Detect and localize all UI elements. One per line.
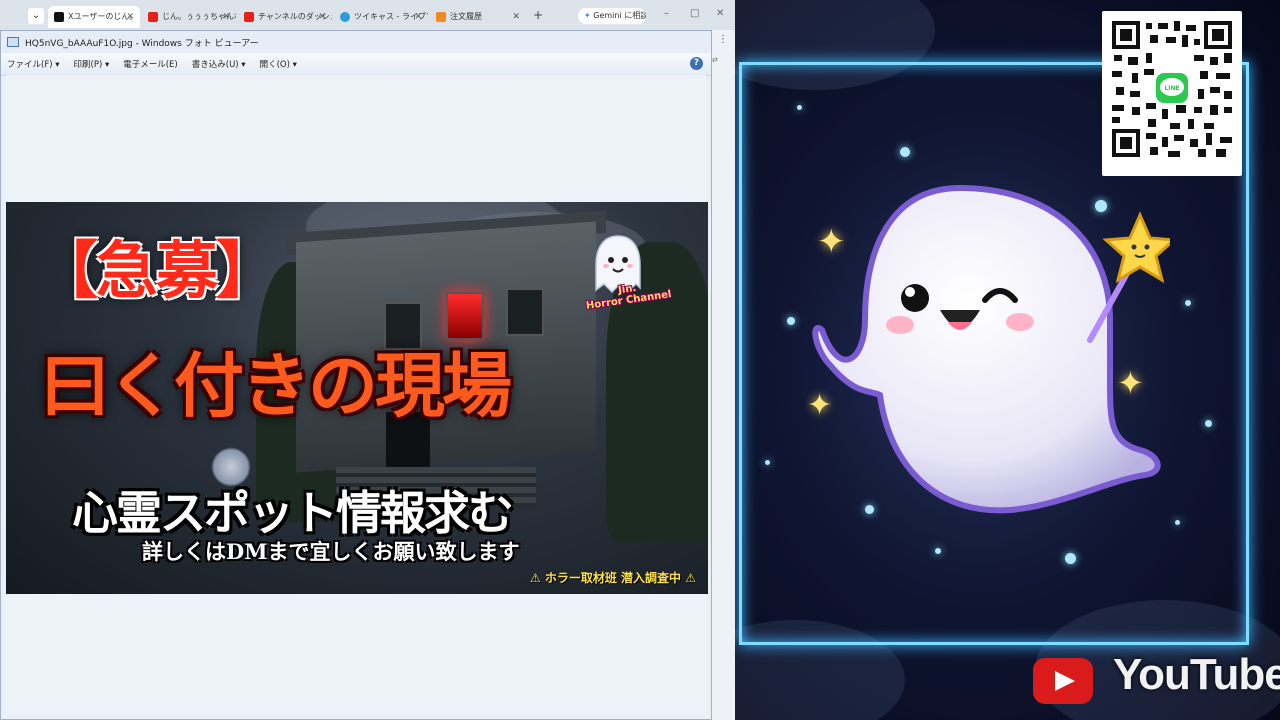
stream-overlay: LINE ✦ ✦ ✦ YouTube: [735, 0, 1280, 720]
gemini-button[interactable]: ✦ Gemini に相談: [578, 8, 646, 24]
gemini-label: Gemini に相談: [593, 11, 646, 20]
youtube-logo-icon: [1033, 658, 1093, 704]
gemini-sparkle-icon: ✦: [584, 11, 591, 20]
menu-open[interactable]: 開く(O) ▾: [260, 58, 297, 70]
browser-side-strip: [710, 30, 735, 720]
browser-window: ⌄ Xユーザーのじん。 ✕ じん。ぅぅぅちゃんねる ✕ チャンネルのダッシュボー…: [0, 0, 735, 720]
star-sparkle: [797, 105, 802, 110]
menu-file[interactable]: ファイル(F) ▾: [7, 58, 60, 70]
tab-label: 注文履歴: [450, 12, 482, 21]
thumbnail-subtitle: 心霊スポット情報求む: [72, 486, 514, 540]
scroll-indicator[interactable]: ⇄: [712, 56, 718, 64]
ghost-mascot-icon: [812, 184, 1170, 514]
new-tab-button[interactable]: +: [533, 8, 543, 22]
tab-x-profile[interactable]: Xユーザーのじん。 ✕: [48, 6, 140, 28]
close-icon[interactable]: ✕: [414, 6, 422, 28]
star-sparkle: [787, 317, 795, 325]
line-qr-code[interactable]: LINE: [1102, 11, 1242, 176]
minimize-button[interactable]: –: [664, 8, 669, 19]
close-icon[interactable]: ✕: [512, 6, 520, 28]
viewer-menu-bar: ファイル(F) ▾ 印刷(P) ▾ 電子メール(E) 書き込み(U) ▾ 開く(…: [1, 53, 711, 76]
house-window: [506, 288, 544, 336]
star-sparkle: [1185, 300, 1191, 306]
menu-burn[interactable]: 書き込み(U) ▾: [192, 58, 246, 70]
thumbnail-title: 曰く付きの現場: [40, 344, 512, 427]
close-icon[interactable]: ✕: [126, 6, 134, 28]
sparkle-icon: ✦: [1117, 364, 1144, 402]
tab-youtube-channel[interactable]: じん。ぅぅぅちゃんねる ✕: [142, 6, 236, 28]
sparkle-icon: ✦: [807, 388, 833, 423]
star-sparkle: [1065, 553, 1076, 564]
twitcasting-icon: [340, 11, 350, 22]
tab-search-button[interactable]: ⌄: [28, 8, 44, 24]
x-icon: [54, 11, 64, 22]
viewer-title-bar: HQ5nVG_bAAAuF1O.jpg - Windows フォト ビューアー: [1, 31, 711, 53]
close-icon[interactable]: ✕: [318, 6, 326, 28]
thumbnail-image: Jin. Horror Channel 【急募】 曰く付きの現場 心霊スポット情…: [6, 202, 708, 594]
tab-bar: ⌄ Xユーザーのじん。 ✕ じん。ぅぅぅちゃんねる ✕ チャンネルのダッシュボー…: [0, 0, 735, 30]
amazon-icon: [436, 11, 446, 22]
youtube-wordmark: YouTube: [1113, 650, 1280, 699]
maximize-button[interactable]: □: [690, 8, 699, 19]
close-window-button[interactable]: ✕: [716, 8, 724, 19]
star-sparkle: [765, 460, 770, 465]
youtube-icon: [148, 11, 158, 22]
help-icon[interactable]: ?: [690, 57, 703, 70]
tab-twitcasting[interactable]: ツイキャス - ライブでつな ✕: [334, 6, 428, 28]
menu-email[interactable]: 電子メール(E): [123, 58, 178, 70]
photo-viewer-icon: [7, 37, 19, 47]
thumbnail-tag: 【急募】: [36, 234, 278, 307]
star-sparkle: [1205, 420, 1212, 427]
star-sparkle: [900, 147, 910, 157]
thumbnail-badge: ⚠ ホラー取材班 潜入調査中 ⚠: [529, 571, 696, 585]
sparkle-icon: ✦: [817, 222, 846, 262]
menu-print[interactable]: 印刷(P) ▾: [74, 58, 110, 70]
star-sparkle: [935, 548, 941, 554]
more-options-icon[interactable]: ⋮: [718, 34, 728, 45]
close-icon[interactable]: ✕: [222, 6, 230, 28]
youtube-icon: [244, 11, 254, 22]
qr-code-icon: LINE: [1110, 19, 1234, 159]
star-sparkle: [1175, 520, 1180, 525]
thumbnail-detail: 詳しくはDMまで宜しくお願い致します: [142, 539, 520, 564]
tab-channel-dashboard[interactable]: チャンネルのダッシュボード ✕: [238, 6, 332, 28]
tab-order-history[interactable]: 注文履歴 ✕: [430, 6, 526, 28]
viewer-title: HQ5nVG_bAAAuF1O.jpg - Windows フォト ビューアー: [25, 38, 259, 49]
line-badge-text: LINE: [1164, 85, 1179, 92]
